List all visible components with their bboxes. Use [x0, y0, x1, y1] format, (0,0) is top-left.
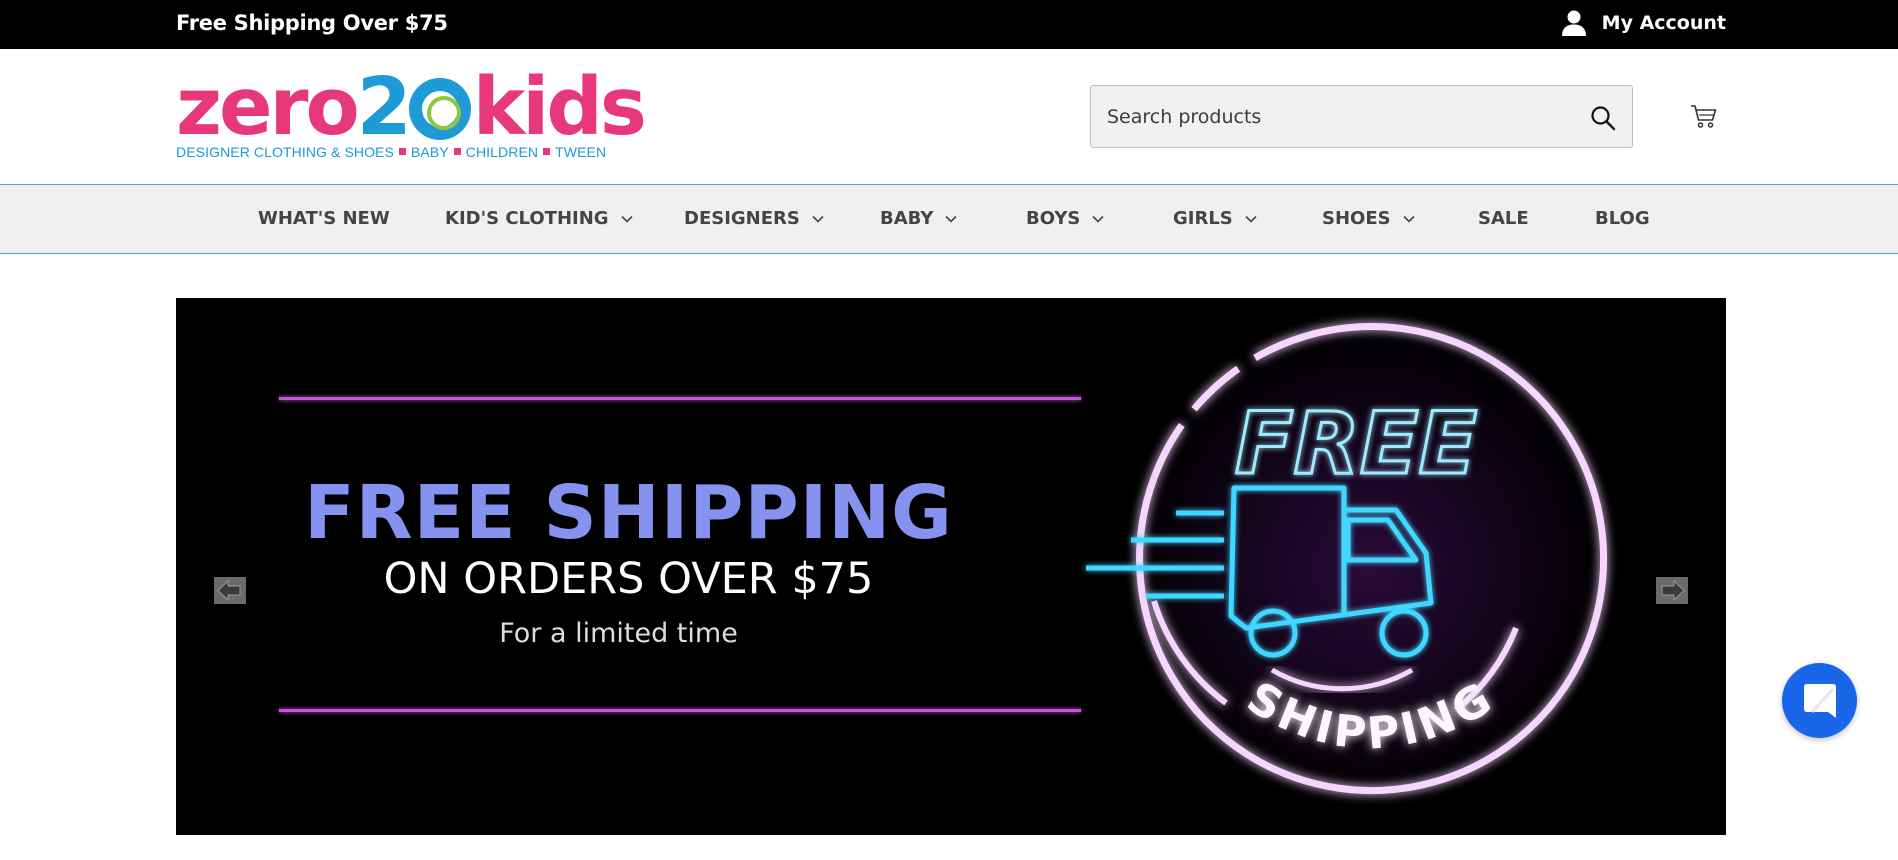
chevron-down-icon [1403, 215, 1415, 223]
chevron-down-icon [1245, 215, 1257, 223]
free-shipping-promo: Free Shipping Over $75 [176, 11, 448, 35]
arrow-left-icon [214, 577, 246, 604]
free-shipping-truck-badge: FREE SHIPPING [1086, 323, 1608, 806]
zero2o-kids-logo[interactable]: zero2 kids DESIGNER CLOTHING & SHOES BABY C… [176, 61, 647, 162]
cart-icon[interactable] [1690, 102, 1718, 130]
chat-launcher-button[interactable] [1782, 663, 1857, 738]
neon-divider-top [279, 397, 1081, 400]
user-icon [1561, 10, 1586, 36]
nav-item-shoes[interactable]: SHOES [1322, 208, 1415, 229]
search-input[interactable] [1107, 86, 1577, 147]
search-box [1090, 85, 1633, 148]
chevron-down-icon [945, 215, 957, 223]
site-header: zero2 kids DESIGNER CLOTHING & SHOES BABY C… [0, 49, 1898, 184]
my-account-link[interactable]: My Account [1560, 9, 1726, 37]
nav-item-sale[interactable]: SALE [1478, 208, 1529, 229]
top-bar: Free Shipping Over $75 My Account [0, 0, 1898, 49]
logo-tagline: DESIGNER CLOTHING & SHOES BABY CHILDREN TWE… [176, 144, 607, 160]
badge-free-text: FREE [1235, 394, 1477, 494]
banner-headline: FREE SHIPPING [304, 470, 953, 556]
chevron-down-icon [1092, 215, 1104, 223]
chevron-down-icon [812, 215, 824, 223]
nav-item-boys[interactable]: BOYS [1026, 208, 1104, 229]
search-icon[interactable] [1590, 105, 1616, 131]
nav-item-designers[interactable]: DESIGNERS [684, 208, 824, 229]
my-account-label: My Account [1601, 12, 1726, 34]
logo-wordmark: zero2 kids [176, 61, 647, 153]
carousel-prev-button[interactable] [214, 577, 246, 604]
nav-item-girls[interactable]: GIRLS [1173, 208, 1257, 229]
banner-subheadline: ON ORDERS OVER $75 [383, 554, 874, 604]
nav-item-whats-new[interactable]: WHAT'S NEW [258, 208, 390, 229]
banner-note: For a limited time [499, 618, 738, 649]
arrow-right-icon [1656, 577, 1688, 604]
main-navigation: WHAT'S NEW KID'S CLOTHING DESIGNERS BABY… [0, 184, 1898, 254]
nav-item-baby[interactable]: BABY [880, 208, 957, 229]
chevron-down-icon [620, 215, 633, 223]
hero-banner-slide[interactable]: FREE SHIPPING ON ORDERS OVER $75 For a l… [176, 298, 1726, 835]
neon-divider-bottom [279, 709, 1081, 712]
nav-item-blog[interactable]: BLOG [1595, 208, 1650, 229]
nav-item-kids-clothing[interactable]: KID'S CLOTHING [445, 208, 633, 229]
carousel-next-button[interactable] [1656, 577, 1688, 604]
chat-icon [1803, 683, 1836, 718]
